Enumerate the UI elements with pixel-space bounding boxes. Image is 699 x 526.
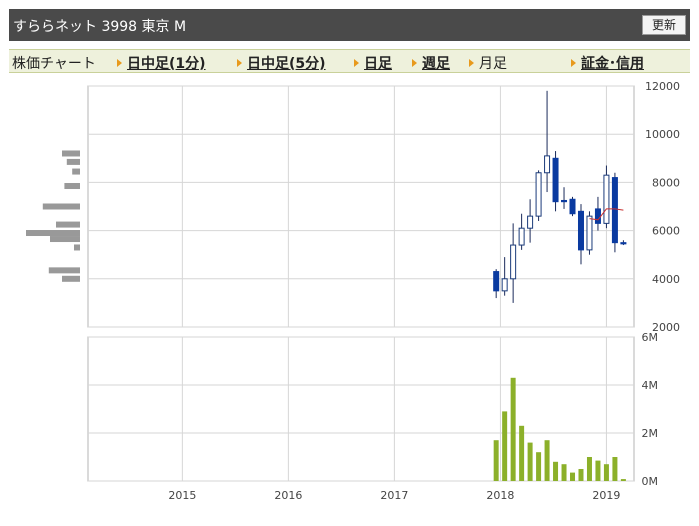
stock-title: すららネット 3998 東京 M (13, 19, 187, 35)
volume-tick-label: 0M (642, 475, 659, 488)
volume-bar (561, 464, 567, 481)
volume-bar (612, 457, 618, 481)
volume-bar (510, 377, 516, 481)
volume-profile-bar (62, 150, 80, 157)
x-tick-label: 2016 (274, 489, 302, 502)
x-tick-label: 2015 (168, 489, 196, 502)
volume-profile-bar (42, 203, 80, 210)
volume-bar (586, 457, 592, 481)
volume-profile-bar (62, 275, 80, 282)
volume-profile-bar (74, 244, 80, 251)
volume-profile-bar (64, 183, 80, 190)
candle-body (620, 242, 627, 245)
arrow-right-icon (237, 59, 242, 67)
nav-link-intraday-1min[interactable]: 日中足(1分) (117, 53, 206, 73)
volume-profile-bar (26, 230, 80, 237)
volume-bar (527, 442, 533, 481)
nav-link-label: 週足 (422, 56, 450, 72)
nav-link-label: 月足 (479, 56, 507, 72)
candle-body (577, 210, 584, 251)
price-tick-label: 6000 (652, 225, 680, 238)
candle-body (493, 271, 500, 292)
volume-bar (578, 469, 584, 481)
x-tick-label: 2019 (592, 489, 620, 502)
nav-current-monthly: 月足 (469, 53, 507, 73)
volume-bar (603, 464, 609, 481)
volume-bar (502, 411, 508, 481)
price-tick-label: 4000 (652, 273, 680, 286)
stock-chart: 2015 2016 2017 2018 201920004000600080001000… (26, 80, 680, 502)
volume-bar (536, 452, 542, 481)
candle-body (552, 157, 559, 203)
volume-tick-label: 6M (642, 331, 659, 344)
volume-bar (493, 440, 499, 481)
nav-link-margin[interactable]: 証金･信用 (571, 53, 644, 73)
volume-profile-bar (56, 221, 80, 228)
price-tick-label: 8000 (652, 176, 680, 189)
candle-body (501, 278, 508, 292)
price-tick-label: 12000 (645, 80, 680, 93)
volume-profile-bar (50, 236, 80, 243)
candle-body (586, 215, 593, 251)
candle-body (611, 177, 618, 244)
arrow-right-icon (354, 59, 359, 67)
volume-bar (620, 479, 626, 481)
title-bar: すららネット 3998 東京 M 更新 (9, 9, 690, 41)
volume-profile-bar (48, 267, 80, 274)
candle-body (569, 198, 576, 215)
volume-profile-bar (66, 158, 80, 165)
nav-link-weekly[interactable]: 週足 (412, 53, 450, 73)
chart-nav-bar: 株価チャート 日中足(1分) 日中足(5分) 日足 週足 月足 証金･信用 (9, 49, 690, 73)
volume-panel (87, 336, 635, 482)
volume-tick-label: 2M (642, 427, 659, 440)
nav-link-intraday-5min[interactable]: 日中足(5分) (237, 53, 326, 73)
candle-body (527, 215, 534, 229)
nav-link-label: 日中足(1分) (127, 56, 206, 72)
candle-body (510, 244, 517, 280)
price-panel (87, 85, 635, 328)
nav-link-label: 日足 (364, 56, 392, 72)
refresh-button[interactable]: 更新 (642, 15, 686, 35)
candle-body (535, 172, 542, 217)
candle-body (544, 155, 551, 174)
nav-link-label: 日中足(5分) (247, 56, 326, 72)
candle-body (561, 199, 568, 203)
nav-link-label: 証金･信用 (581, 56, 644, 72)
volume-profile-bar (72, 168, 80, 175)
nav-link-daily[interactable]: 日足 (354, 53, 392, 73)
volume-tick-label: 4M (642, 379, 659, 392)
volume-bar (544, 440, 550, 481)
volume-bar (519, 425, 525, 481)
arrow-right-icon (469, 59, 474, 67)
price-tick-label: 10000 (645, 128, 680, 141)
candle-body (518, 227, 525, 246)
volume-bar (570, 472, 576, 481)
chart-nav-label: 株価チャート (12, 56, 96, 72)
candle-body (594, 208, 601, 224)
candle-body (603, 174, 610, 224)
x-tick-label: 2018 (486, 489, 514, 502)
x-tick-label: 2017 (380, 489, 408, 502)
arrow-right-icon (117, 59, 122, 67)
volume-bar (553, 461, 559, 481)
arrow-right-icon (412, 59, 417, 67)
volume-bar (595, 460, 601, 481)
arrow-right-icon (571, 59, 576, 67)
